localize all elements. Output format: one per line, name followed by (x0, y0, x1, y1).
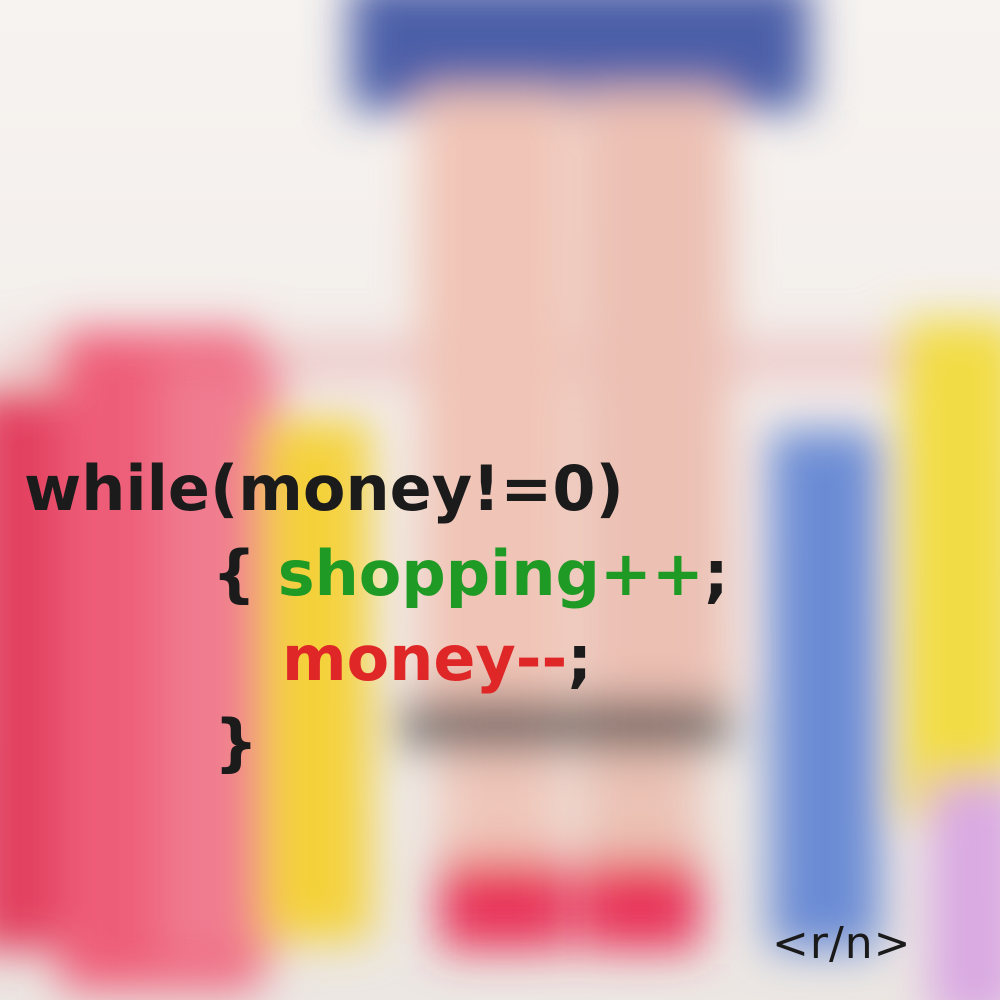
shopping-increment-line: { shopping++; (212, 543, 729, 605)
while-loop-line: while(money!=0) (24, 452, 624, 525)
open-brace: { (212, 537, 278, 610)
code-snippet: while(money!=0) { shopping++; money--; } (0, 0, 1000, 1000)
close-brace: } (214, 706, 259, 779)
meme-image: while(money!=0) { shopping++; money--; }… (0, 0, 1000, 1000)
money-statement: money-- (282, 622, 568, 695)
shopping-statement: shopping++ (277, 537, 704, 610)
signature-watermark: <r/n> (772, 918, 912, 969)
money-decrement-line: money--; (282, 628, 592, 690)
shopping-semicolon: ; (703, 537, 729, 610)
money-semicolon: ; (567, 622, 593, 695)
